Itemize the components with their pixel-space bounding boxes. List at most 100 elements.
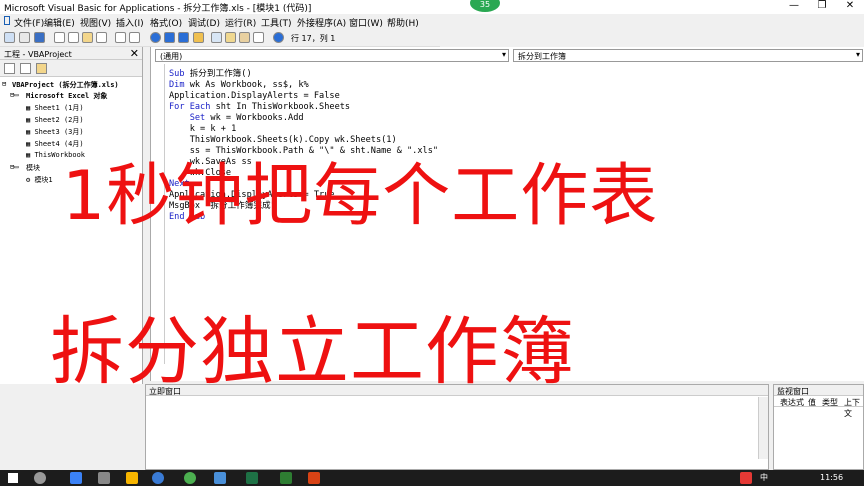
overlay-caption-line1: 1秒钟把每个工作表 bbox=[62, 157, 659, 236]
object-combo-value: (通用) bbox=[160, 52, 183, 61]
watch-columns: 表达式 值 类型 上下文 bbox=[774, 396, 863, 418]
code-line: For Each sht In ThisWorkbook.Sheets bbox=[169, 102, 438, 113]
sogou-ime-icon[interactable] bbox=[740, 472, 752, 484]
explorer-icon[interactable] bbox=[126, 472, 138, 484]
sheet-label: Sheet2 (2月) bbox=[34, 116, 84, 124]
code-text: 拆分到工作簿() bbox=[184, 69, 252, 79]
paste-icon[interactable] bbox=[82, 32, 93, 43]
notification-badge: 35 bbox=[470, 0, 500, 12]
code-text: k = k + 1 bbox=[189, 124, 237, 134]
code-keyword: Set bbox=[189, 113, 206, 123]
app-icon[interactable] bbox=[98, 472, 110, 484]
find-icon[interactable] bbox=[96, 32, 107, 43]
watch-window[interactable]: 监视窗口 表达式 值 类型 上下文 bbox=[773, 384, 864, 470]
project-tools bbox=[0, 60, 142, 77]
copy-icon[interactable] bbox=[68, 32, 79, 43]
excel-icon[interactable] bbox=[246, 472, 258, 484]
code-line: Sub 拆分到工作簿() bbox=[169, 69, 438, 80]
title-bar: Microsoft Visual Basic for Applications … bbox=[0, 0, 864, 14]
object-combo[interactable]: (通用) ▾ bbox=[155, 49, 509, 62]
project-explorer-title: 工程 - VBAProject bbox=[4, 50, 72, 59]
menu-edit[interactable]: 编辑(E) bbox=[44, 16, 75, 29]
minimize-button[interactable]: — bbox=[780, 0, 808, 14]
reset-icon[interactable] bbox=[178, 32, 189, 43]
scrollbar[interactable] bbox=[758, 397, 768, 459]
watch-col-expression[interactable]: 表达式 bbox=[780, 397, 804, 408]
tree-module-1[interactable]: ⚙ 模块1 bbox=[26, 175, 53, 185]
cut-icon[interactable] bbox=[54, 32, 65, 43]
cursor-position: 行 17，列 1 bbox=[291, 34, 336, 43]
app-icon[interactable] bbox=[214, 472, 226, 484]
insert-module-icon[interactable] bbox=[19, 32, 30, 43]
menu-tools[interactable]: 工具(T) bbox=[261, 16, 292, 29]
immediate-window[interactable]: 立即窗口 bbox=[145, 384, 769, 470]
procedure-combo-value: 拆分到工作簿 bbox=[518, 52, 566, 61]
standard-toolbar: 行 17，列 1 bbox=[0, 29, 440, 47]
overlay-caption-line2: 拆分独立工作簿 bbox=[50, 309, 575, 395]
tree-modules[interactable]: 模块 bbox=[26, 163, 40, 173]
immediate-window-title: 立即窗口 bbox=[149, 387, 181, 396]
tree-excel-objects[interactable]: Microsoft Excel 对象 bbox=[26, 91, 107, 101]
start-icon[interactable] bbox=[8, 473, 18, 483]
close-button[interactable]: ✕ bbox=[836, 0, 864, 14]
run-icon[interactable] bbox=[150, 32, 161, 43]
code-line: Application.DisplayAlerts = False bbox=[169, 91, 438, 102]
watch-col-type[interactable]: 类型 bbox=[822, 397, 838, 408]
search-icon[interactable] bbox=[34, 472, 46, 484]
k-app-icon[interactable] bbox=[152, 472, 164, 484]
design-mode-icon[interactable] bbox=[193, 32, 204, 43]
app-icon[interactable] bbox=[308, 472, 320, 484]
code-text: wk As Workbook, ss$, k% bbox=[184, 80, 309, 90]
menu-help[interactable]: 帮助(H) bbox=[387, 16, 419, 29]
menu-run[interactable]: 运行(R) bbox=[225, 16, 256, 29]
chevron-down-icon: ▾ bbox=[501, 50, 506, 59]
app-icon[interactable] bbox=[280, 472, 292, 484]
module-label: 模块1 bbox=[34, 176, 53, 184]
help-icon[interactable] bbox=[273, 32, 284, 43]
code-keyword: Sub bbox=[169, 69, 185, 79]
menu-file[interactable]: 文件(F) bbox=[14, 16, 44, 29]
menu-window[interactable]: 窗口(W) bbox=[349, 16, 383, 29]
menu-bar: 文件(F) 编辑(E) 视图(V) 插入(I) 格式(O) 调试(D) 运行(R… bbox=[0, 14, 864, 29]
watch-window-header: 监视窗口 bbox=[774, 385, 863, 396]
toolbox-icon[interactable] bbox=[253, 32, 264, 43]
code-keyword: Dim bbox=[169, 80, 185, 90]
clock[interactable]: 11:56 bbox=[820, 473, 843, 482]
project-explorer-header: 工程 - VBAProject ✕ bbox=[0, 47, 142, 60]
project-explorer-icon[interactable] bbox=[211, 32, 222, 43]
task-view-icon[interactable] bbox=[70, 472, 82, 484]
watch-window-title: 监视窗口 bbox=[777, 387, 809, 396]
tree-sheet-3[interactable]: ▦ Sheet3 (3月) bbox=[26, 127, 84, 137]
view-object-icon[interactable] bbox=[20, 63, 31, 74]
ime-indicator[interactable]: 中 bbox=[760, 472, 768, 483]
code-text: wk = Workbooks.Add bbox=[205, 113, 304, 123]
menu-view[interactable]: 视图(V) bbox=[80, 16, 111, 29]
menu-insert[interactable]: 插入(I) bbox=[116, 16, 144, 29]
save-icon[interactable] bbox=[34, 32, 45, 43]
menu-addins[interactable]: 外接程序(A) bbox=[297, 16, 346, 29]
close-icon[interactable]: ✕ bbox=[130, 47, 139, 60]
window-title: Microsoft Visual Basic for Applications … bbox=[4, 4, 312, 14]
sheet-label: Sheet1 (1月) bbox=[34, 104, 84, 112]
undo-icon[interactable] bbox=[115, 32, 126, 43]
redo-icon[interactable] bbox=[129, 32, 140, 43]
toggle-folders-icon[interactable] bbox=[36, 63, 47, 74]
expand-icon[interactable]: ⊟ bbox=[2, 80, 6, 88]
view-excel-icon[interactable] bbox=[4, 32, 15, 43]
view-code-icon[interactable] bbox=[4, 63, 15, 74]
code-line: Dim wk As Workbook, ss$, k% bbox=[169, 80, 438, 91]
tree-sheet-1[interactable]: ▦ Sheet1 (1月) bbox=[26, 103, 84, 113]
menu-format[interactable]: 格式(O) bbox=[150, 16, 182, 29]
watch-col-value[interactable]: 值 bbox=[808, 397, 816, 408]
watch-col-context[interactable]: 上下文 bbox=[844, 397, 863, 419]
object-browser-icon[interactable] bbox=[239, 32, 250, 43]
break-icon[interactable] bbox=[164, 32, 175, 43]
properties-icon[interactable] bbox=[225, 32, 236, 43]
browser-icon[interactable] bbox=[184, 472, 196, 484]
restore-button[interactable]: ❐ bbox=[808, 0, 836, 14]
tree-sheet-2[interactable]: ▦ Sheet2 (2月) bbox=[26, 115, 84, 125]
procedure-combo[interactable]: 拆分到工作簿 ▾ bbox=[513, 49, 863, 62]
code-keyword: For Each bbox=[169, 102, 211, 112]
tree-root[interactable]: VBAProject (拆分工作簿.xls) bbox=[12, 80, 119, 90]
menu-debug[interactable]: 调试(D) bbox=[188, 16, 220, 29]
